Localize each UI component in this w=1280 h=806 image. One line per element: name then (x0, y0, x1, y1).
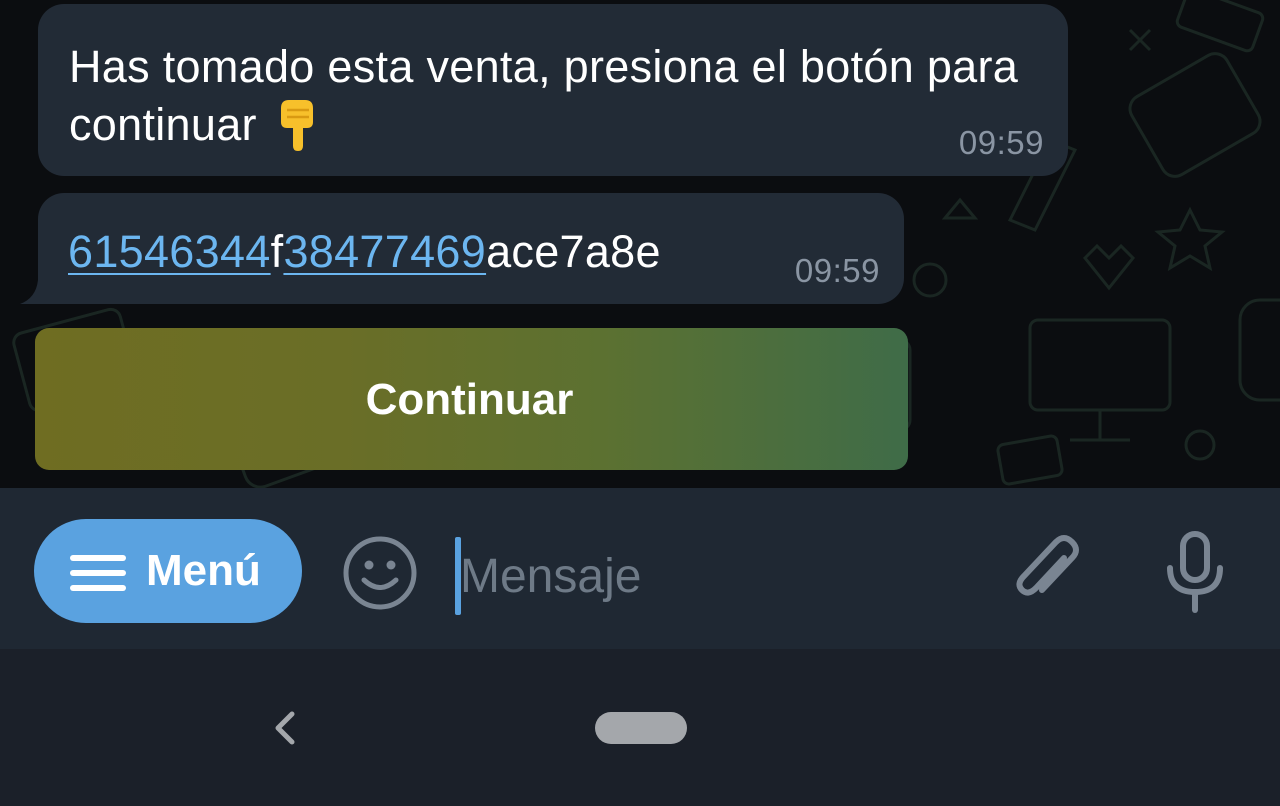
home-pill[interactable] (595, 712, 687, 744)
bubble-tail (20, 280, 50, 304)
microphone-icon[interactable] (1160, 530, 1230, 616)
menu-button-label: Menú (146, 546, 261, 595)
text-segment: f (270, 226, 284, 277)
chat-area: Has tomado esta venta, presiona el botón… (0, 0, 1280, 488)
message-text: 61546344f38477469ace7a8e (68, 225, 661, 279)
smiley-icon[interactable] (340, 533, 420, 613)
hamburger-icon (70, 555, 126, 591)
message-time: 09:59 (794, 252, 880, 289)
message-input[interactable] (460, 540, 980, 612)
message-text: Has tomado esta venta, presiona el botón… (69, 41, 1019, 151)
message-bubble: 61546344f38477469ace7a8e 09:59 (38, 193, 904, 304)
chevron-left-icon[interactable] (268, 708, 302, 748)
continue-button[interactable]: Continuar (35, 328, 908, 470)
number-link[interactable]: 61546344 (68, 226, 271, 277)
number-link[interactable]: 38477469 (283, 226, 486, 277)
pointing-down-hand-icon (280, 100, 313, 151)
continue-button-label: Continuar (365, 375, 574, 424)
text-segment: ace7a8e (486, 226, 661, 277)
menu-button[interactable]: Menú (34, 519, 302, 623)
message-time: 09:59 (958, 124, 1044, 161)
message-bubble: Has tomado esta venta, presiona el botón… (38, 4, 1068, 176)
paperclip-icon[interactable] (1006, 530, 1086, 614)
